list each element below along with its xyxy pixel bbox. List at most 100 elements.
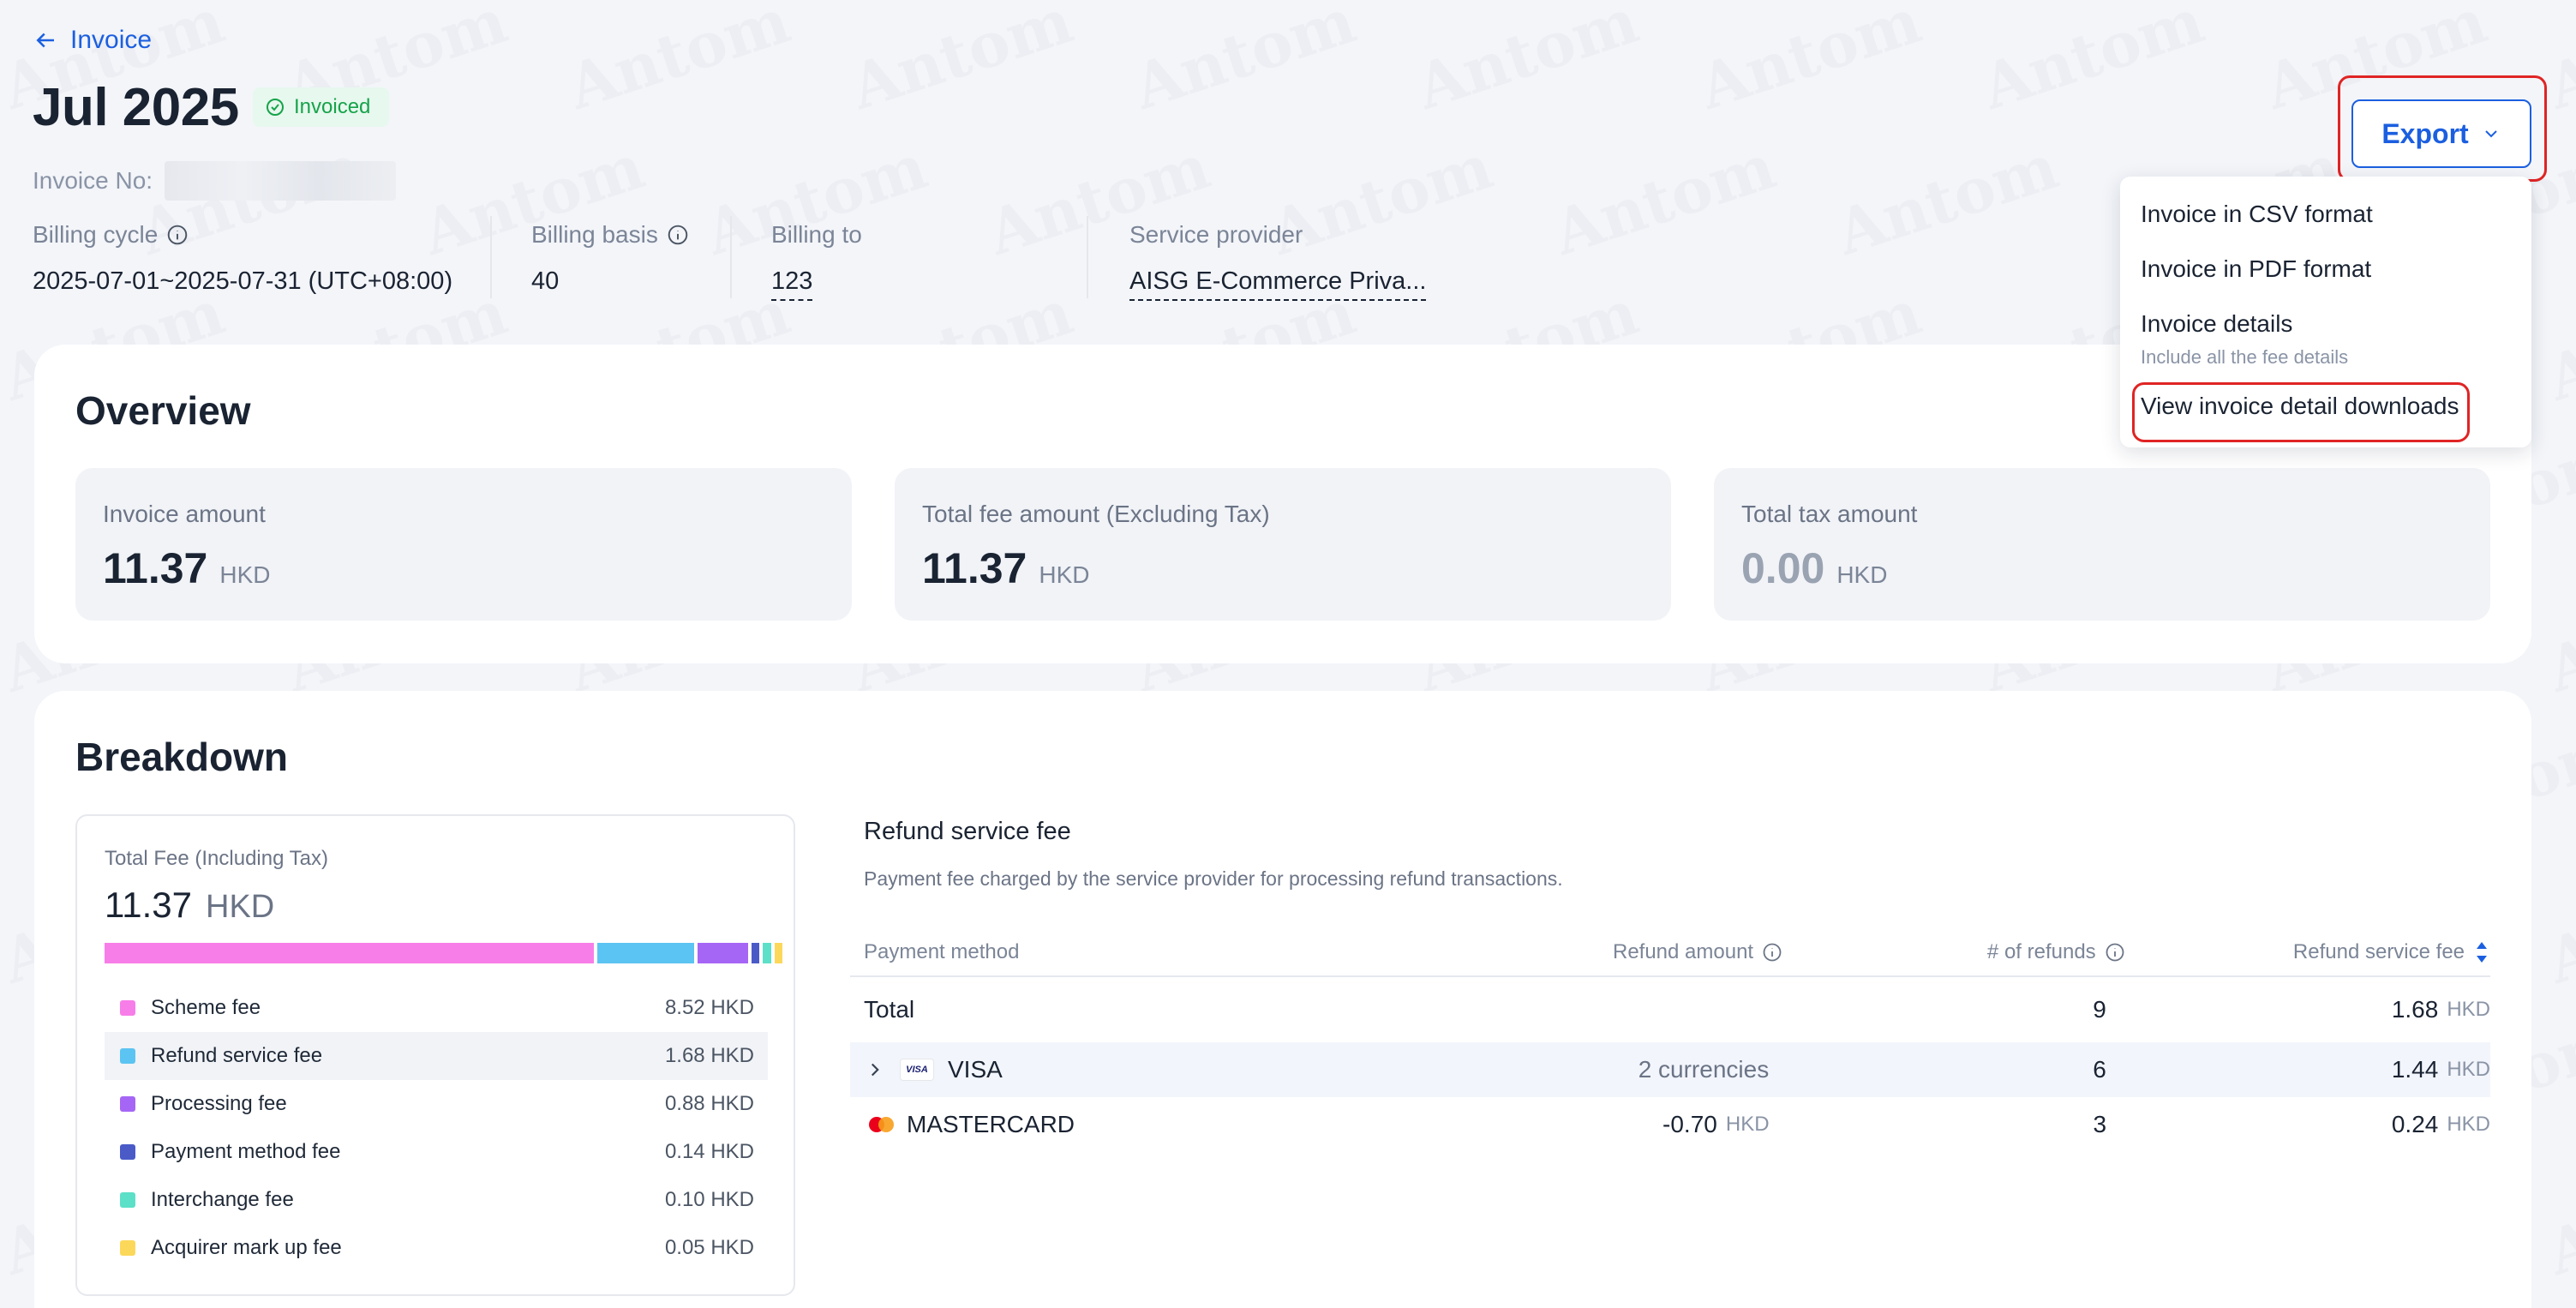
row-method: Total	[864, 996, 915, 1023]
total-fee-including-tax-label: Total Fee (Including Tax)	[105, 847, 329, 870]
watermark-text: Antom	[1124, 0, 1363, 123]
row-amount-unit: HKD	[1725, 1113, 1770, 1136]
total-fee-currency: HKD	[206, 889, 275, 925]
currency-label: HKD	[219, 561, 271, 588]
chevron-down-icon	[2484, 130, 2497, 138]
watermark-text: Antom	[1544, 129, 1783, 269]
fee-legend-row[interactable]: Interchange fee 0.10 HKD	[105, 1176, 768, 1224]
total-fee-including-tax-value: 11.37	[105, 885, 192, 925]
info-icon[interactable]	[2105, 942, 2125, 963]
fee-bar-segment	[597, 943, 694, 963]
legend-swatch	[120, 1192, 135, 1208]
info-icon[interactable]	[1762, 942, 1782, 963]
row-count: 9	[2093, 996, 2106, 1023]
billing-to: Billing to 123	[771, 221, 862, 301]
menu-item-csv[interactable]: Invoice in CSV format	[2141, 201, 2373, 228]
fee-legend-row[interactable]: Scheme fee 8.52 HKD	[105, 984, 768, 1032]
info-icon[interactable]	[667, 224, 689, 246]
sort-icon[interactable]	[2473, 939, 2490, 965]
info-icon[interactable]	[166, 224, 189, 246]
watermark-text: Antom	[1827, 129, 2066, 269]
row-count: 3	[2093, 1111, 2107, 1137]
watermark-text: Antom	[1407, 0, 1646, 123]
mastercard-logo-icon	[869, 1115, 896, 1134]
fee-name: Refund service fee	[151, 1044, 323, 1067]
fee-amount: 0.10 HKD	[664, 1188, 754, 1211]
total-fee-label: Total fee amount (Excluding Tax)	[922, 501, 1270, 527]
menu-item-invoice-details[interactable]: Invoice details	[2141, 310, 2292, 338]
legend-swatch	[120, 1048, 135, 1064]
refund-section-description: Payment fee charged by the service provi…	[864, 867, 1563, 890]
fee-legend-row[interactable]: Processing fee 0.88 HKD	[105, 1080, 768, 1128]
legend-swatch	[120, 1000, 135, 1016]
refund-section-title: Refund service fee	[864, 818, 1071, 845]
fee-bar-segment	[751, 943, 760, 963]
invoice-number: Invoice No:	[33, 161, 397, 201]
billing-basis-value: 40	[531, 267, 560, 295]
fee-bar-segment	[105, 943, 595, 963]
back-link[interactable]: Invoice	[33, 26, 152, 55]
fee-legend-row[interactable]: Acquirer mark up fee 0.05 HKD	[105, 1224, 768, 1272]
arrow-left-icon	[36, 33, 54, 48]
currency-label: HKD	[1039, 561, 1090, 588]
service-provider-value[interactable]: AISG E-Commerce Priva...	[1129, 267, 1427, 301]
currency-label: HKD	[1836, 561, 1888, 588]
watermark-text: Antom	[1973, 0, 2212, 123]
fee-amount: 0.14 HKD	[664, 1140, 754, 1163]
row-fee: 1.44	[2391, 1056, 2439, 1083]
row-method: MASTERCARD	[907, 1111, 1075, 1137]
column-header-refund-service-fee: Refund service fee	[2292, 940, 2465, 963]
fee-name: Interchange fee	[151, 1188, 294, 1211]
row-amount: -0.70	[1662, 1111, 1717, 1137]
total-fee-value: 11.37	[922, 544, 1027, 592]
fee-name: Processing fee	[151, 1092, 287, 1115]
total-tax-stat: Total tax amount 0.00 HKD	[1714, 468, 2490, 621]
total-tax-label: Total tax amount	[1741, 501, 1918, 527]
overview-title: Overview	[75, 388, 251, 433]
fee-summary-panel: Total Fee (Including Tax) 11.37 HKD Sche…	[75, 814, 795, 1296]
status-badge: Invoiced	[253, 87, 390, 127]
chevron-right-icon[interactable]	[864, 1059, 886, 1081]
billing-to-value[interactable]: 123	[771, 267, 813, 301]
divider	[730, 216, 732, 298]
invoice-amount-stat: Invoice amount 11.37 HKD	[75, 468, 852, 621]
service-provider: Service provider AISG E-Commerce Priva..…	[1129, 221, 1427, 301]
fee-name: Payment method fee	[151, 1140, 341, 1163]
column-header-payment-method: Payment method	[864, 940, 1020, 963]
billing-cycle: Billing cycle 2025-07-01~2025-07-31 (UTC…	[33, 221, 452, 296]
watermark-text: Antom	[2538, 858, 2576, 998]
export-button[interactable]: Export	[2351, 99, 2531, 168]
fee-bar-segment	[763, 943, 771, 963]
menu-item-pdf[interactable]: Invoice in PDF format	[2141, 255, 2371, 283]
divider	[1087, 216, 1088, 298]
legend-swatch	[120, 1144, 135, 1160]
legend-swatch	[120, 1240, 135, 1256]
fee-amount: 1.68 HKD	[664, 1044, 754, 1067]
fee-legend-row[interactable]: Refund service fee 1.68 HKD	[105, 1032, 768, 1080]
back-link-label: Invoice	[70, 26, 153, 54]
table-row-visa[interactable]: VISA VISA 2 currencies 6 1.44 HKD	[850, 1042, 2490, 1097]
billing-cycle-value: 2025-07-01~2025-07-31 (UTC+08:00)	[33, 267, 453, 295]
service-provider-label: Service provider	[1129, 221, 1303, 248]
menu-item-invoice-details-sub: Include all the fee details	[2141, 346, 2349, 368]
row-fee-unit: HKD	[2447, 1058, 2490, 1081]
table-row-total: Total 9 1.68 HKD	[850, 977, 2490, 1042]
fee-distribution-bar	[105, 943, 782, 963]
fee-name: Acquirer mark up fee	[151, 1236, 342, 1259]
watermark-text: Antom	[2538, 567, 2576, 706]
fee-legend-row[interactable]: Payment method fee 0.14 HKD	[105, 1128, 768, 1176]
row-fee-unit: HKD	[2447, 998, 2490, 1021]
export-dropdown-menu: Invoice in CSV format Invoice in PDF for…	[2120, 177, 2531, 447]
fee-name: Scheme fee	[151, 996, 261, 1019]
fee-legend-list: Scheme fee 8.52 HKD Refund service fee 1.68…	[105, 984, 768, 1272]
menu-item-view-downloads[interactable]: View invoice detail downloads	[2141, 393, 2459, 420]
table-header: Payment method Refund amount # of refund…	[850, 929, 2490, 977]
billing-cycle-label: Billing cycle	[33, 221, 159, 248]
fee-amount: 0.05 HKD	[664, 1236, 754, 1259]
watermark-text: Antom	[2538, 275, 2576, 415]
divider	[490, 216, 492, 298]
row-method: VISA	[948, 1056, 1003, 1083]
row-fee: 0.24	[2391, 1111, 2439, 1137]
legend-swatch	[120, 1096, 135, 1112]
watermark-text: Antom	[1690, 0, 1929, 123]
